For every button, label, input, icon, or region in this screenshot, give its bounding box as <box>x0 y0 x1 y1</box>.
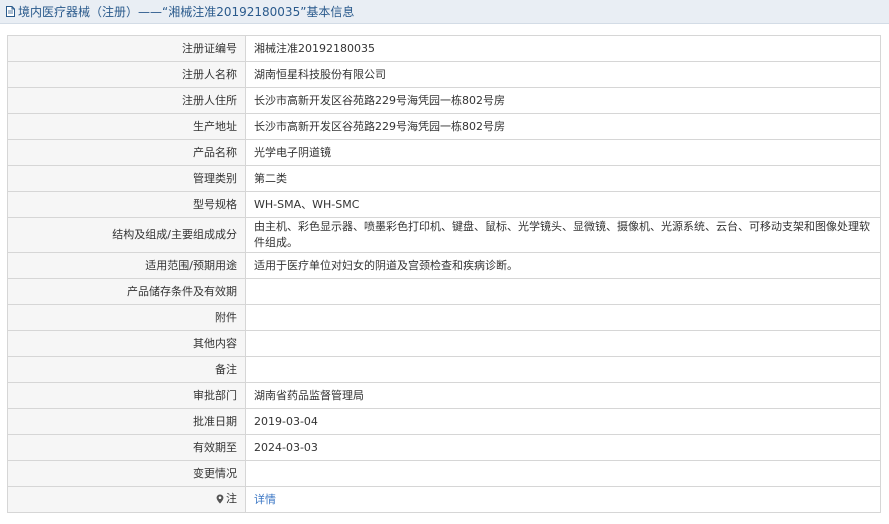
document-icon <box>6 6 15 17</box>
table-row-note: 注 详情 <box>7 486 881 513</box>
row-label: 结构及组成/主要组成成分 <box>7 217 246 253</box>
row-value: 光学电子阴道镜 <box>245 139 881 166</box>
row-value: 湖南省药品监督管理局 <box>245 382 881 409</box>
note-value-cell: 详情 <box>245 486 881 513</box>
row-value <box>245 304 881 331</box>
note-label-wrap: 注 <box>216 491 237 507</box>
row-label: 批准日期 <box>7 408 246 435</box>
detail-link[interactable]: 详情 <box>254 493 276 506</box>
row-value <box>245 460 881 487</box>
row-value <box>245 330 881 357</box>
table-row: 有效期至 2024-03-03 <box>7 434 881 461</box>
row-value <box>245 356 881 383</box>
row-label: 有效期至 <box>7 434 246 461</box>
table-row: 管理类别 第二类 <box>7 165 881 192</box>
table-row: 型号规格 WH-SMA、WH-SMC <box>7 191 881 218</box>
row-label: 生产地址 <box>7 113 246 140</box>
row-label: 备注 <box>7 356 246 383</box>
info-table: 注册证编号 湘械注准20192180035 注册人名称 湖南恒星科技股份有限公司… <box>7 35 881 513</box>
note-label: 注 <box>226 491 237 505</box>
map-pin-icon <box>216 494 224 504</box>
page-title-bar: 境内医疗器械（注册）——“湘械注准20192180035”基本信息 <box>0 0 889 24</box>
table-row: 备注 <box>7 356 881 383</box>
row-value: 长沙市高新开发区谷苑路229号海凭园一栋802号房 <box>245 87 881 114</box>
table-row: 注册人住所 长沙市高新开发区谷苑路229号海凭园一栋802号房 <box>7 87 881 114</box>
row-value <box>245 278 881 305</box>
row-label: 其他内容 <box>7 330 246 357</box>
row-value: 2019-03-04 <box>245 408 881 435</box>
table-row: 其他内容 <box>7 330 881 357</box>
table-row: 生产地址 长沙市高新开发区谷苑路229号海凭园一栋802号房 <box>7 113 881 140</box>
table-row: 附件 <box>7 304 881 331</box>
row-label: 适用范围/预期用途 <box>7 252 246 279</box>
row-value: 第二类 <box>245 165 881 192</box>
row-label: 管理类别 <box>7 165 246 192</box>
table-row: 注册人名称 湖南恒星科技股份有限公司 <box>7 61 881 88</box>
table-row: 结构及组成/主要组成成分 由主机、彩色显示器、喷墨彩色打印机、键盘、鼠标、光学镜… <box>7 217 881 253</box>
page-title: 境内医疗器械（注册）——“湘械注准20192180035”基本信息 <box>18 5 355 19</box>
row-label: 附件 <box>7 304 246 331</box>
row-label: 注册人住所 <box>7 87 246 114</box>
row-value: 2024-03-03 <box>245 434 881 461</box>
row-value: 长沙市高新开发区谷苑路229号海凭园一栋802号房 <box>245 113 881 140</box>
row-label: 注册人名称 <box>7 61 246 88</box>
row-label: 产品名称 <box>7 139 246 166</box>
row-value: WH-SMA、WH-SMC <box>245 191 881 218</box>
note-label-cell: 注 <box>7 486 246 513</box>
row-label: 产品储存条件及有效期 <box>7 278 246 305</box>
table-row: 审批部门 湖南省药品监督管理局 <box>7 382 881 409</box>
table-row: 变更情况 <box>7 460 881 487</box>
row-value: 适用于医疗单位对妇女的阴道及宫颈检查和疾病诊断。 <box>245 252 881 279</box>
row-label: 审批部门 <box>7 382 246 409</box>
table-row: 批准日期 2019-03-04 <box>7 408 881 435</box>
row-value: 湖南恒星科技股份有限公司 <box>245 61 881 88</box>
row-label: 注册证编号 <box>7 35 246 62</box>
row-label: 型号规格 <box>7 191 246 218</box>
table-row: 产品储存条件及有效期 <box>7 278 881 305</box>
row-label: 变更情况 <box>7 460 246 487</box>
row-value: 湘械注准20192180035 <box>245 35 881 62</box>
table-row: 产品名称 光学电子阴道镜 <box>7 139 881 166</box>
table-row: 适用范围/预期用途 适用于医疗单位对妇女的阴道及宫颈检查和疾病诊断。 <box>7 252 881 279</box>
table-row: 注册证编号 湘械注准20192180035 <box>7 35 881 62</box>
row-value: 由主机、彩色显示器、喷墨彩色打印机、键盘、鼠标、光学镜头、显微镜、摄像机、光源系… <box>245 217 881 253</box>
